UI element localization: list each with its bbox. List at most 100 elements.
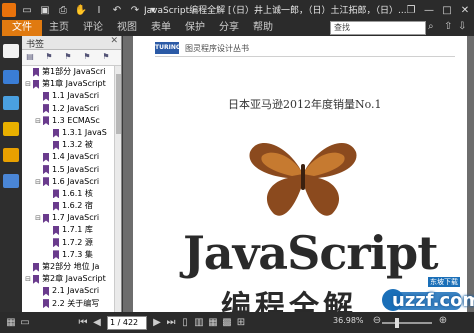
bookmark-item[interactable]: 1.3.2 被: [22, 139, 121, 151]
bookmark-item[interactable]: 1.7.3 集: [22, 249, 121, 261]
facing-continuous-icon[interactable]: ▩: [220, 317, 234, 328]
search-input[interactable]: 查找: [330, 21, 426, 35]
bookmark-item[interactable]: ⊟ 1.7 JavaScri: [22, 212, 121, 224]
divider: [155, 56, 455, 57]
bookmark-toolbar: ▤ ⚑ ⚑ ⚑ ⚑: [22, 50, 121, 66]
pages-icon[interactable]: [3, 96, 19, 110]
bookmark-item[interactable]: 1.7.2 源: [22, 237, 121, 249]
hand-icon[interactable]: ✋: [74, 3, 88, 17]
page-number-input[interactable]: 1 / 422: [107, 315, 147, 330]
scrollbar-thumb[interactable]: [116, 74, 121, 134]
select-icon[interactable]: I: [92, 3, 106, 17]
bookmark-label: 1.6.1 核: [62, 188, 93, 198]
bookmark-delete-icon[interactable]: ⚑: [81, 52, 93, 63]
bookmark-item[interactable]: 1.6.2 宿: [22, 200, 121, 212]
page-thumbnails-icon[interactable]: [3, 44, 19, 58]
bookmark-item[interactable]: 1.3.1 JavaS: [22, 127, 121, 139]
bookmark-options-icon[interactable]: ▤: [24, 52, 36, 63]
bookmark-item[interactable]: 1.1 JavaScri: [22, 90, 121, 102]
panel-close-button[interactable]: ✕: [110, 36, 118, 46]
zoom-out-icon[interactable]: ⊖: [370, 315, 384, 326]
next-page-icon[interactable]: ▶: [150, 317, 164, 328]
bookmark-label: 1.7.1 库: [62, 225, 93, 235]
search-icon[interactable]: ⌕: [428, 21, 434, 32]
tab-view[interactable]: 视图: [110, 20, 144, 36]
bookmark-item[interactable]: ⊟ 1.6 JavaScri: [22, 176, 121, 188]
bookmark-icon: [53, 250, 59, 260]
zoom-in-icon[interactable]: ⊕: [436, 315, 450, 326]
bookmark-item[interactable]: 1.5 JavaScri: [22, 164, 121, 176]
pdf-page: TURING 图灵程序设计丛书 日本亚马逊2012年度销量No.1 JavaSc…: [133, 36, 467, 312]
bookmark-label: 1.1 JavaScri: [52, 91, 100, 101]
bookmark-item[interactable]: 第2部分 地位 Ja: [22, 261, 121, 273]
bookmark-label: 1.7.3 集: [62, 249, 93, 259]
bookmark-item[interactable]: 2.2 关于编写: [22, 298, 121, 310]
tab-form[interactable]: 表单: [144, 20, 178, 36]
tab-protect[interactable]: 保护: [178, 20, 212, 36]
tab-comment[interactable]: 评论: [76, 20, 110, 36]
add-bookmark-icon[interactable]: ⚑: [43, 52, 55, 63]
redo-icon[interactable]: ↷: [128, 3, 142, 17]
book-subtitle: 编程全解: [221, 290, 357, 312]
prev-page-icon[interactable]: ◀: [90, 317, 104, 328]
tab-help[interactable]: 帮助: [246, 20, 280, 36]
tab-share[interactable]: 分享: [212, 20, 246, 36]
bookmark-icon: [53, 128, 59, 138]
app-logo-icon[interactable]: [2, 3, 16, 17]
bookmark-label: 2.1 JavaScri: [52, 286, 100, 296]
expand-toggle-icon[interactable]: ⊟: [24, 78, 32, 90]
continuous-view-icon[interactable]: ▥: [192, 317, 206, 328]
bookmark-label: 1.6.2 宿: [62, 201, 93, 211]
nav-down-icon[interactable]: ⇩: [458, 21, 466, 32]
expand-toggle-icon[interactable]: ⊟: [34, 176, 42, 188]
comments-icon[interactable]: [3, 122, 19, 136]
book-title: JavaScript: [183, 226, 438, 280]
bookmark-icon: [43, 286, 49, 296]
tab-file[interactable]: 文件: [2, 20, 42, 36]
zoom-slider-thumb[interactable]: [395, 318, 399, 328]
minimize-button[interactable]: —: [420, 0, 438, 20]
tab-home[interactable]: 主页: [42, 20, 76, 36]
bookmark-item[interactable]: ⊟ 第1章 JavaScript: [22, 78, 121, 90]
facing-view-icon[interactable]: ▦: [206, 317, 220, 328]
restore-icon[interactable]: ❐: [402, 0, 420, 20]
open-icon[interactable]: ▭: [20, 3, 34, 17]
bookmark-icon: [43, 177, 49, 187]
nav-up-icon[interactable]: ⇧: [444, 21, 452, 32]
bookmark-icon: [33, 274, 39, 284]
zoom-slider[interactable]: [382, 322, 432, 324]
bookmark-item[interactable]: 1.4 JavaScri: [22, 151, 121, 163]
expand-toggle-icon[interactable]: ⊟: [34, 212, 42, 224]
document-viewport[interactable]: TURING 图灵程序设计丛书 日本亚马逊2012年度销量No.1 JavaSc…: [123, 36, 474, 312]
bookmark-move-icon[interactable]: ⚑: [62, 52, 74, 63]
maximize-button[interactable]: □: [438, 0, 456, 20]
single-view-icon[interactable]: ▯: [178, 317, 192, 328]
print-icon[interactable]: ⎙: [56, 3, 70, 17]
first-page-icon[interactable]: ⏮: [76, 317, 90, 328]
bookmark-item[interactable]: ⊟ 第2章 JavaScript: [22, 273, 121, 285]
bookmark-item[interactable]: 2.1 JavaScri: [22, 285, 121, 297]
bookmark-label: 1.3.2 被: [62, 140, 93, 150]
bookmark-label: 第2章 JavaScript: [42, 274, 106, 284]
signature-icon[interactable]: [3, 174, 19, 188]
bookmark-item[interactable]: 1.2 JavaScri: [22, 103, 121, 115]
undo-icon[interactable]: ↶: [110, 3, 124, 17]
save-icon[interactable]: ▣: [38, 3, 52, 17]
last-page-icon[interactable]: ⏭: [164, 317, 178, 328]
fit-icon[interactable]: ⊞: [234, 317, 248, 328]
bookmark-item[interactable]: 1.7.1 库: [22, 224, 121, 236]
expand-toggle-icon[interactable]: ⊟: [34, 115, 42, 127]
expand-toggle-icon[interactable]: ⊟: [24, 273, 32, 285]
layers-icon[interactable]: [3, 70, 19, 84]
single-page-icon[interactable]: ▭: [18, 317, 32, 328]
bookmark-item[interactable]: 1.6.1 核: [22, 188, 121, 200]
bookmark-expand-icon[interactable]: ⚑: [100, 52, 112, 63]
bookmark-label: 1.4 JavaScri: [52, 152, 100, 162]
bookmark-item[interactable]: ⊟ 1.3 ECMASc: [22, 115, 121, 127]
close-button[interactable]: ✕: [456, 0, 474, 20]
lock-icon[interactable]: [3, 148, 19, 162]
panel-scrollbar[interactable]: [114, 66, 121, 312]
bookmark-label: 第2部分 地位 Ja: [42, 262, 100, 271]
bookmark-item[interactable]: 第1部分 JavaScri: [22, 66, 121, 78]
layout-icon[interactable]: ▦: [4, 317, 18, 328]
